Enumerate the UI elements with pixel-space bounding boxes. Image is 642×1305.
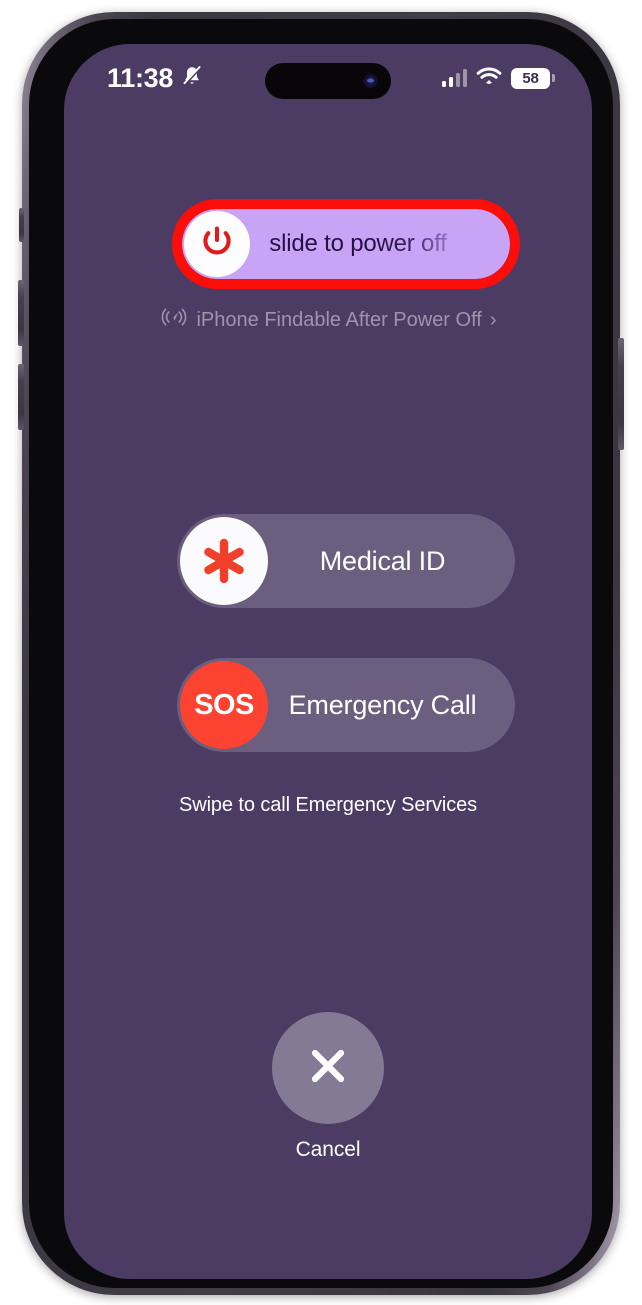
status-time: 11:38 [107,63,174,93]
bell-slash-icon [180,64,204,93]
volume-up-button[interactable] [18,280,24,346]
chevron-right-icon: › [489,309,497,331]
find-my-label: iPhone Findable After Power Off [196,308,482,331]
power-off-screen-content: slide to power off iPhone Findable After… [64,44,592,1279]
phone-frame: 11:38 58 slide to power off iPhone Finda… [18,12,624,1295]
battery-tip [552,74,555,82]
silent-switch[interactable] [19,208,24,242]
volume-down-button[interactable] [18,364,24,430]
cancel-button-group: Cancel [64,1012,592,1162]
camera-glint [367,78,374,83]
battery-icon: 58 [511,67,555,89]
medical-asterisk-icon [180,517,268,605]
sos-label: SOS [194,688,254,721]
power-side-button[interactable] [618,338,624,450]
find-my-status-row[interactable]: iPhone Findable After Power Off › [64,306,592,334]
phone-screen: 11:38 58 slide to power off iPhone Finda… [64,44,592,1279]
emergency-call-button[interactable]: SOS Emergency Call [177,658,515,752]
close-x-icon [301,1039,355,1098]
cancel-button[interactable] [272,1012,384,1124]
emergency-call-label: Emergency Call [288,689,477,720]
battery-percent-label: 58 [522,69,539,87]
find-my-broadcast-icon [159,306,189,334]
front-camera-icon [363,73,378,89]
phone-bezel: 11:38 58 slide to power off iPhone Finda… [29,19,613,1288]
cancel-label: Cancel [295,1138,361,1161]
medical-id-button[interactable]: Medical ID [177,514,515,608]
status-bar-left: 11:38 [107,64,204,93]
annotation-highlight-box [172,199,520,289]
status-bar-right: 58 [441,66,555,90]
wifi-icon [476,66,502,90]
swipe-hint-text: Swipe to call Emergency Services [178,794,478,816]
cellular-bars-icon [441,69,467,87]
sos-icon: SOS [180,661,268,749]
dynamic-island [265,63,391,99]
medical-id-label: Medical ID [319,545,446,576]
